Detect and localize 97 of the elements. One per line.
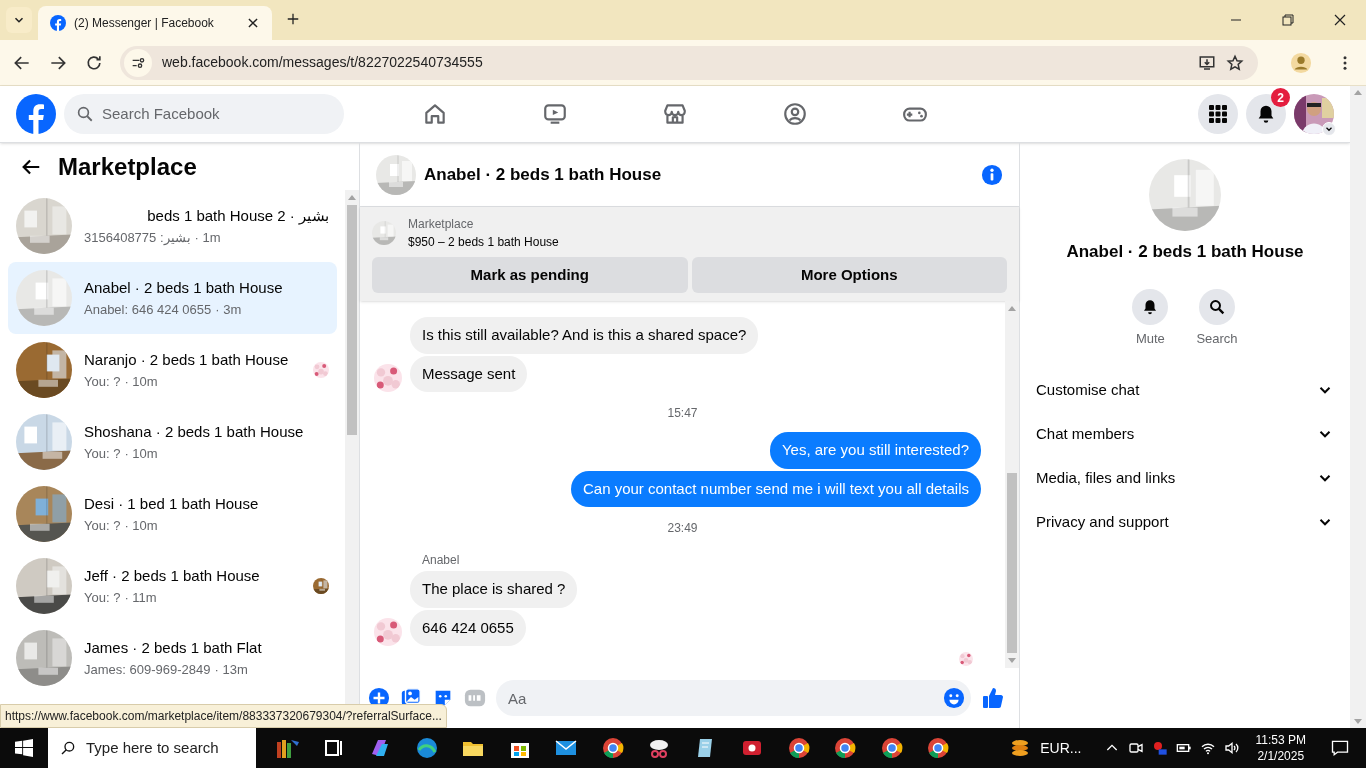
message-time: · 3m [215, 300, 242, 319]
conversation-title: Jeff · 2 beds 1 bath House [84, 566, 261, 586]
action-label: Search [1196, 329, 1238, 348]
message-preview: You: ? [84, 588, 121, 607]
section-row[interactable]: Customise chat [1028, 368, 1342, 412]
message-time: · 10m [124, 444, 158, 463]
tab-title: (2) Messenger | Facebook [74, 15, 215, 32]
section-row[interactable]: Privacy and support [1028, 500, 1342, 544]
meet-icon[interactable] [1127, 740, 1144, 756]
browser-icon[interactable] [879, 736, 904, 760]
message-bubble: Can your contact number send me i will text you all details [571, 470, 981, 507]
conversation-item[interactable]: Naranjo · 2 beds 1 bath House You: ? · 10m [8, 334, 337, 406]
emoji-icon[interactable] [943, 687, 965, 709]
tray-app-icon[interactable] [1151, 740, 1168, 756]
apps-button[interactable] [1198, 94, 1238, 134]
message-time: · 11m [124, 588, 157, 607]
message-bubble: Is this still available? And is this a shared space? [410, 317, 759, 354]
notifications-button[interactable] [1246, 94, 1286, 134]
message-preview: James: 609-969-2849 [84, 660, 211, 679]
search-icon [1208, 297, 1226, 316]
search-icon [60, 740, 76, 756]
conversation-item[interactable]: Shoshana · 2 beds 1 bath House You: ? · 10m [8, 406, 337, 478]
message-preview: You: ? [84, 444, 121, 463]
conversation-title: بشير · 2 beds 1 bath House [146, 206, 329, 227]
search-field[interactable]: Search Facebook [64, 94, 344, 134]
tab-list-button[interactable] [6, 7, 32, 33]
browser-tab[interactable]: (2) Messenger | Facebook [38, 6, 272, 40]
close-icon[interactable] [1334, 14, 1346, 26]
people-icon[interactable] [782, 101, 808, 127]
currency-ticker[interactable]: EUR... [1040, 737, 1082, 759]
taskbar-search[interactable]: Type here to search [48, 728, 256, 768]
conversation-title: Desi · 1 bed 1 bath House [84, 494, 260, 514]
search-button[interactable] [1199, 288, 1235, 325]
action-button[interactable]: Mark as pending [372, 257, 688, 293]
timestamp: 23:49 [666, 520, 699, 537]
timestamp: 15:47 [666, 405, 699, 422]
conversation-item[interactable]: Jeff · 2 beds 1 bath House You: ? · 11m [8, 550, 337, 622]
action-label: Mute [1135, 329, 1165, 348]
message-preview: Anabel: 646 424 0655 [84, 300, 212, 319]
url-text: web.facebook.com/messages/t/8227022540734555 [162, 53, 484, 72]
message-preview: بشير: 3156408775 [84, 228, 191, 247]
message-bubble: The place is shared ? [410, 571, 578, 608]
tab-favicon-icon [50, 15, 66, 31]
message-input[interactable]: Aa [496, 680, 971, 716]
conversation-item[interactable]: Desi · 1 bed 1 bath House You: ? · 10m [8, 478, 337, 550]
section-row[interactable]: Media, files and links [1028, 456, 1342, 500]
star-icon[interactable] [1226, 53, 1244, 72]
install-icon[interactable] [1198, 53, 1216, 72]
message-preview: You: ? [84, 372, 121, 391]
wave-icon[interactable] [414, 736, 439, 760]
message-time: · 13m [214, 660, 248, 679]
message-time: · 10m [124, 516, 158, 535]
message-bubble: Yes, are you still interested? [769, 432, 981, 469]
message-time: · 1m [194, 228, 221, 247]
chat-title: Anabel · 2 beds 1 bath House [424, 163, 663, 186]
search-icon [76, 105, 94, 123]
clock-time[interactable]: 11:53 PM [1255, 732, 1306, 748]
restore-icon[interactable] [1282, 14, 1294, 26]
new-tab-icon[interactable] [286, 12, 300, 26]
home-icon[interactable] [422, 101, 448, 127]
conversation-item[interactable]: James · 2 beds 1 bath Flat James: 609-969-2849 · 13m [8, 622, 337, 694]
conversation-item[interactable]: Anabel · 2 beds 1 bath House Anabel: 646 424 0655 · 3m [8, 262, 337, 334]
contact-name: Anabel · 2 beds 1 bath House [1066, 241, 1304, 263]
listing-title: $950 – 2 beds 1 bath House [408, 234, 559, 251]
listing-label: Marketplace [408, 216, 475, 233]
conversation-title: James · 2 beds 1 bath Flat [84, 638, 263, 658]
browser-icon[interactable] [926, 736, 951, 760]
action-button[interactable]: More Options [691, 257, 1007, 293]
section-row[interactable]: Chat members [1028, 412, 1342, 456]
notification-center-icon[interactable] [1330, 738, 1350, 758]
message-time: · 10m [124, 372, 158, 391]
grid-icon [1208, 104, 1228, 124]
close-icon[interactable] [246, 16, 260, 30]
like-icon[interactable] [981, 686, 1005, 710]
sender-name: Anabel [422, 552, 461, 569]
speaker-icon[interactable] [1223, 740, 1240, 756]
facebook-logo[interactable] [16, 94, 56, 134]
account-button[interactable] [1294, 94, 1334, 134]
info-icon[interactable] [981, 163, 1003, 186]
message-bubble: Message sent [410, 355, 528, 392]
bell-button[interactable] [1132, 288, 1169, 325]
conversation-title: Anabel · 2 beds 1 bath House [84, 278, 284, 298]
windows-icon[interactable] [15, 739, 33, 757]
sidebar-title: Marketplace [58, 151, 197, 182]
address-bar[interactable]: web.facebook.com/messages/t/8227022540734555 [120, 45, 1258, 80]
conversation-title: Shoshana · 2 beds 1 bath House [84, 422, 305, 442]
browser-icon[interactable] [600, 736, 625, 760]
message-preview: You: ? [84, 516, 121, 535]
browser-icon[interactable] [833, 736, 858, 760]
browser-icon[interactable] [786, 736, 811, 760]
video-icon[interactable] [542, 101, 568, 127]
conversation-title: Naranjo · 2 beds 1 bath House [84, 350, 290, 370]
message-bubble: 646 424 0655 [410, 609, 526, 646]
clock-date[interactable]: 2/1/2025 [1257, 748, 1305, 764]
profile-icon[interactable] [1290, 51, 1312, 74]
notification-badge: 2 [1271, 88, 1290, 107]
status-url-tooltip: https://www.facebook.com/marketplace/item/883337320679304/?referralSurface... [0, 704, 447, 728]
